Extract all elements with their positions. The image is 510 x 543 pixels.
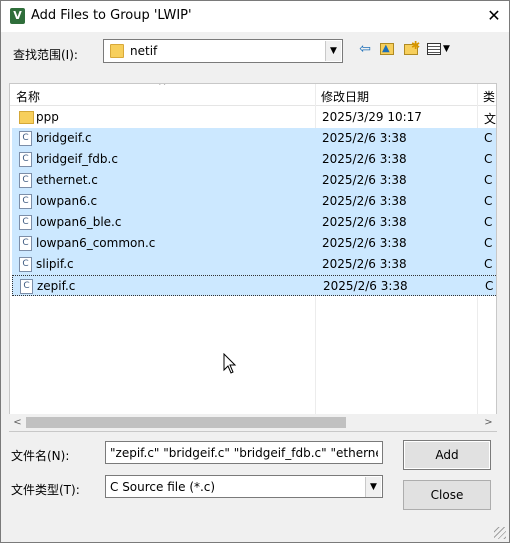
scroll-right-icon[interactable]: >: [480, 414, 497, 431]
file-type-dropdown[interactable]: C Source file (*.c) ▼: [105, 475, 383, 498]
new-folder-icon[interactable]: ✱: [401, 39, 421, 59]
list-item[interactable]: ppp 2025/3/29 10:17 文: [12, 107, 496, 128]
file-type-value: C Source file (*.c): [110, 480, 216, 494]
app-icon: V: [10, 8, 25, 24]
file-type-label: 文件类型(T):: [11, 483, 80, 497]
list-item[interactable]: C lowpan6_ble.c 2025/2/6 3:38 C: [12, 212, 496, 233]
add-button[interactable]: Add: [403, 440, 491, 470]
view-menu-icon[interactable]: ▼: [425, 39, 453, 59]
up-folder-icon[interactable]: ▲: [377, 39, 397, 59]
list-item[interactable]: C lowpan6_common.c 2025/2/6 3:38 C: [12, 233, 496, 254]
c-file-icon: C: [20, 279, 33, 294]
mouse-cursor-icon: [223, 353, 237, 374]
column-header-name[interactable]: 名称: [16, 88, 40, 105]
c-file-icon: C: [19, 215, 32, 230]
horizontal-scrollbar[interactable]: < >: [9, 414, 497, 431]
file-list[interactable]: 名称 ^ 修改日期 类 ppp 2025/3/29 10:17 文 C brid…: [9, 83, 497, 432]
folder-icon: [110, 44, 124, 58]
close-button[interactable]: Close: [403, 480, 491, 510]
sort-arrow-icon: ^: [158, 83, 167, 92]
list-item[interactable]: C slipif.c 2025/2/6 3:38 C: [12, 254, 496, 275]
window-title: Add Files to Group 'LWIP': [31, 8, 192, 23]
look-in-value: netif: [130, 44, 158, 58]
c-file-icon: C: [19, 236, 32, 251]
chevron-down-icon[interactable]: ▼: [365, 477, 381, 497]
list-item[interactable]: C bridgeif.c 2025/2/6 3:38 C: [12, 128, 496, 149]
look-in-label: 查找范围(I):: [13, 48, 78, 62]
column-header-type[interactable]: 类: [483, 88, 495, 105]
file-name-input[interactable]: [105, 441, 383, 464]
c-file-icon: C: [19, 131, 32, 146]
list-item[interactable]: C bridgeif_fdb.c 2025/2/6 3:38 C: [12, 149, 496, 170]
c-file-icon: C: [19, 194, 32, 209]
c-file-icon: C: [19, 257, 32, 272]
look-in-dropdown[interactable]: netif ▼: [103, 39, 343, 63]
file-name-label: 文件名(N):: [11, 449, 70, 463]
title-bar: V Add Files to Group 'LWIP' ✕: [1, 1, 509, 32]
column-header-date[interactable]: 修改日期: [321, 88, 369, 105]
chevron-down-icon[interactable]: ▼: [325, 41, 341, 61]
dialog-window: V Add Files to Group 'LWIP' ✕ 查找范围(I): n…: [0, 0, 510, 543]
scrollbar-thumb[interactable]: [26, 417, 346, 428]
close-window-button[interactable]: ✕: [482, 5, 506, 27]
scroll-left-icon[interactable]: <: [9, 414, 26, 431]
resize-grip-icon[interactable]: [494, 527, 506, 539]
c-file-icon: C: [19, 152, 32, 167]
folder-icon: [19, 111, 34, 124]
list-item[interactable]: C zepif.c 2025/2/6 3:38 C: [12, 275, 496, 296]
back-icon[interactable]: ⇦: [355, 39, 375, 59]
list-item[interactable]: C ethernet.c 2025/2/6 3:38 C: [12, 170, 496, 191]
list-item[interactable]: C lowpan6.c 2025/2/6 3:38 C: [12, 191, 496, 212]
c-file-icon: C: [19, 173, 32, 188]
list-header: 名称 ^ 修改日期 类: [10, 83, 496, 106]
